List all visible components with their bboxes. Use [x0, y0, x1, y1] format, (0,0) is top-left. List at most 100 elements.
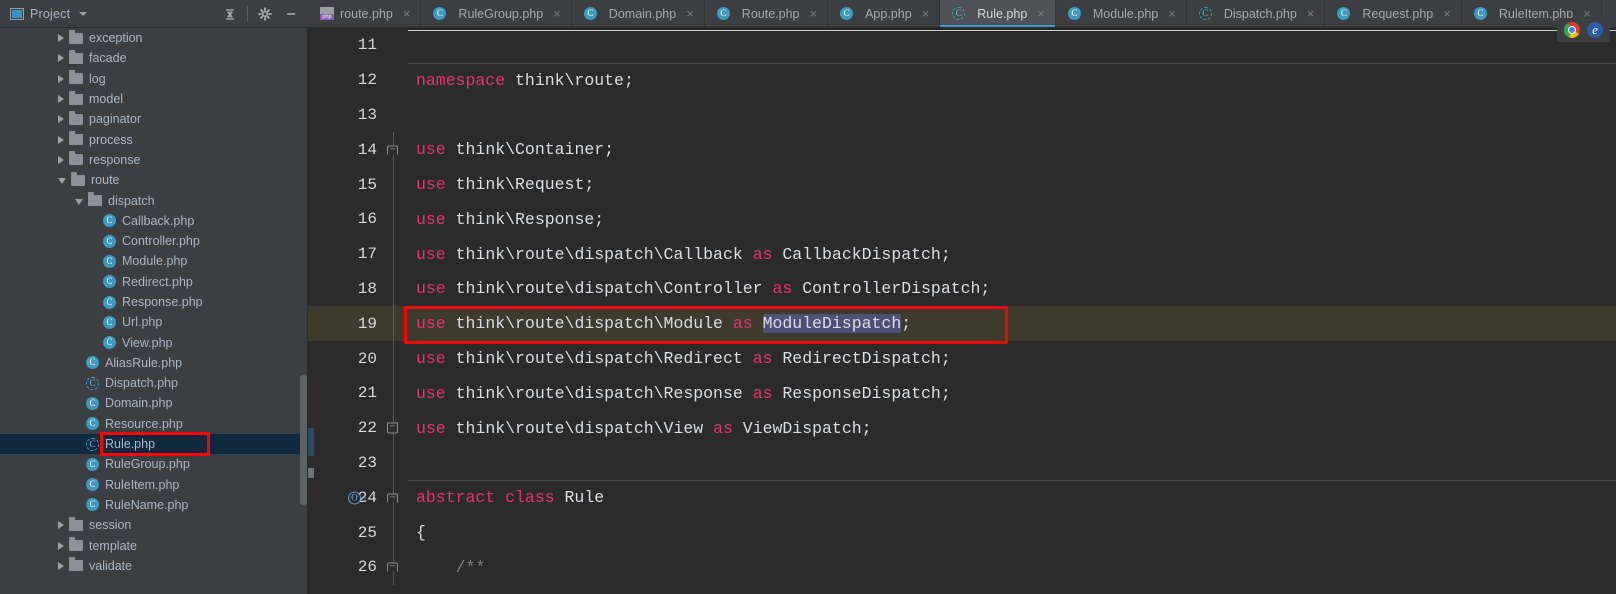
editor-tab-rule-php[interactable]: C Rule.php × — [940, 0, 1056, 27]
code-line[interactable]: 11 — [308, 28, 1616, 63]
tree-item-view-php[interactable]: C View.php — [0, 332, 308, 352]
close-icon[interactable]: × — [1307, 7, 1315, 20]
tree-item-session[interactable]: session — [0, 515, 308, 535]
edge-icon[interactable]: e — [1587, 22, 1603, 38]
tree-item-module-php[interactable]: C Module.php — [0, 251, 308, 271]
fold-gutter[interactable]: − — [383, 480, 408, 516]
editor-tab-app-php[interactable]: C App.php × — [828, 0, 941, 27]
tree-item-rule-php[interactable]: C Rule.php — [0, 433, 308, 455]
tree-item-rulegroup-php[interactable]: C RuleGroup.php — [0, 454, 308, 474]
tree-item-log[interactable]: log — [0, 69, 308, 89]
editor-tab-dispatch-php[interactable]: C Dispatch.php × — [1187, 0, 1326, 27]
gear-icon[interactable] — [252, 1, 278, 27]
chevron-right-icon[interactable] — [58, 541, 64, 550]
tree-item-response-php[interactable]: C Response.php — [0, 292, 308, 312]
chevron-right-icon[interactable] — [58, 95, 64, 104]
close-icon[interactable]: × — [403, 7, 411, 20]
tree-item-exception[interactable]: exception — [0, 28, 308, 48]
tree-item-controller-php[interactable]: C Controller.php — [0, 231, 308, 251]
code-line[interactable]: 17 use think\route\dispatch\Callback as C… — [308, 236, 1616, 272]
fold-gutter[interactable] — [383, 515, 408, 550]
chevron-right-icon[interactable] — [58, 34, 64, 43]
fold-gutter[interactable] — [383, 236, 408, 272]
tree-item-aliasrule-php[interactable]: C AliasRule.php — [0, 353, 308, 373]
fold-gutter[interactable] — [383, 445, 408, 481]
code-line[interactable]: 15 use think\Request; — [308, 167, 1616, 202]
close-icon[interactable]: × — [1443, 7, 1451, 20]
code-line[interactable]: 16 use think\Response; — [308, 201, 1616, 237]
tree-item-template[interactable]: template — [0, 535, 308, 555]
fold-toggle-icon[interactable]: − — [387, 422, 398, 434]
editor-tab-module-php[interactable]: C Module.php × — [1056, 0, 1187, 27]
tree-item-ruleitem-php[interactable]: C RuleItem.php — [0, 475, 308, 495]
tree-item-dispatch-php[interactable]: C Dispatch.php — [0, 373, 308, 393]
fold-gutter[interactable]: − — [383, 132, 408, 168]
close-icon[interactable]: × — [809, 7, 817, 20]
collapse-all-icon[interactable] — [217, 1, 243, 27]
fold-gutter[interactable] — [383, 306, 408, 342]
close-icon[interactable]: × — [686, 7, 694, 20]
editor-tab-request-php[interactable]: C Request.php × — [1325, 0, 1462, 27]
fold-toggle-icon[interactable]: − — [387, 145, 398, 156]
chrome-icon[interactable] — [1564, 22, 1580, 38]
fold-gutter[interactable] — [383, 375, 408, 411]
tree-item-process[interactable]: process — [0, 129, 308, 149]
chevron-down-icon[interactable] — [58, 178, 66, 185]
tree-item-model[interactable]: model — [0, 89, 308, 109]
code-line[interactable]: 24 O ↓ − abstract class Rule — [308, 480, 1616, 516]
tree-item-validate[interactable]: validate — [0, 556, 308, 576]
code-line[interactable]: 14− use think\Container; — [308, 132, 1616, 168]
fold-gutter[interactable] — [383, 167, 408, 202]
code-line[interactable]: 22− use think\route\dispatch\View as View… — [308, 410, 1616, 446]
fold-gutter[interactable]: − — [383, 410, 408, 446]
code-line[interactable]: 20 use think\route\dispatch\Redirect as R… — [308, 341, 1616, 376]
subclass-marker-icon[interactable]: O — [348, 491, 361, 505]
tree-item-rulename-php[interactable]: C RuleName.php — [0, 495, 308, 515]
code-line[interactable]: 13 — [308, 98, 1616, 133]
chevron-right-icon[interactable] — [58, 135, 64, 144]
chevron-down-icon[interactable] — [79, 11, 88, 16]
chevron-right-icon[interactable] — [58, 74, 64, 83]
tree-item-domain-php[interactable]: C Domain.php — [0, 393, 308, 413]
minimize-icon[interactable] — [278, 1, 304, 27]
tree-item-route[interactable]: route — [0, 170, 308, 190]
chevron-right-icon[interactable] — [58, 115, 64, 124]
chevron-down-icon[interactable] — [75, 198, 83, 205]
code-line[interactable]: 26− /** — [308, 549, 1616, 585]
tree-item-redirect-php[interactable]: C Redirect.php — [0, 272, 308, 292]
tree-item-callback-php[interactable]: C Callback.php — [0, 211, 308, 231]
code-line[interactable]: 12 namespace think\route; — [308, 62, 1616, 98]
tree-item-response[interactable]: response — [0, 150, 308, 170]
code-line[interactable]: 19 use think\route\dispatch\Module as Mod… — [308, 306, 1616, 342]
code-line[interactable]: 23 — [308, 445, 1616, 481]
close-icon[interactable]: × — [1037, 7, 1045, 20]
close-icon[interactable]: × — [553, 7, 561, 20]
editor-tab-domain-php[interactable]: C Domain.php × — [572, 0, 705, 27]
project-tree[interactable]: exception facade log model paginator process r… — [0, 28, 308, 594]
fold-gutter[interactable] — [383, 98, 408, 133]
editor-tab-rulegroup-php[interactable]: C RuleGroup.php × — [421, 0, 572, 27]
editor-tab-route-php[interactable]: route.php × — [308, 0, 422, 27]
sidebar-scrollbar[interactable] — [300, 375, 307, 505]
editor-tab-route-php[interactable]: C Route.php × — [705, 0, 829, 27]
tree-item-facade[interactable]: facade — [0, 48, 308, 68]
close-icon[interactable]: × — [1168, 7, 1176, 20]
chevron-right-icon[interactable] — [58, 155, 64, 164]
chevron-right-icon[interactable] — [58, 521, 64, 530]
tree-item-url-php[interactable]: C Url.php — [0, 312, 308, 332]
code-editor[interactable]: 11 12 namespace think\route; 13 14− use think… — [308, 28, 1616, 594]
chevron-right-icon[interactable] — [58, 54, 64, 63]
fold-gutter[interactable] — [383, 201, 408, 237]
tree-item-dispatch[interactable]: dispatch — [0, 190, 308, 210]
code-line[interactable]: 18 use think\route\dispatch\Controller as… — [308, 271, 1616, 307]
fold-gutter[interactable]: − — [383, 549, 408, 585]
code-line[interactable]: 21 use think\route\dispatch\Response as R… — [308, 375, 1616, 411]
fold-toggle-icon[interactable]: − — [387, 493, 398, 504]
tree-item-paginator[interactable]: paginator — [0, 109, 308, 129]
close-icon[interactable]: × — [922, 7, 930, 20]
fold-gutter[interactable] — [383, 28, 408, 63]
fold-gutter[interactable] — [383, 63, 408, 98]
chevron-right-icon[interactable] — [58, 561, 64, 570]
tree-item-resource-php[interactable]: C Resource.php — [0, 414, 308, 434]
editor-tab-bar[interactable]: route.php × C RuleGroup.php × C Domain.php × C Ro… — [308, 0, 1616, 28]
